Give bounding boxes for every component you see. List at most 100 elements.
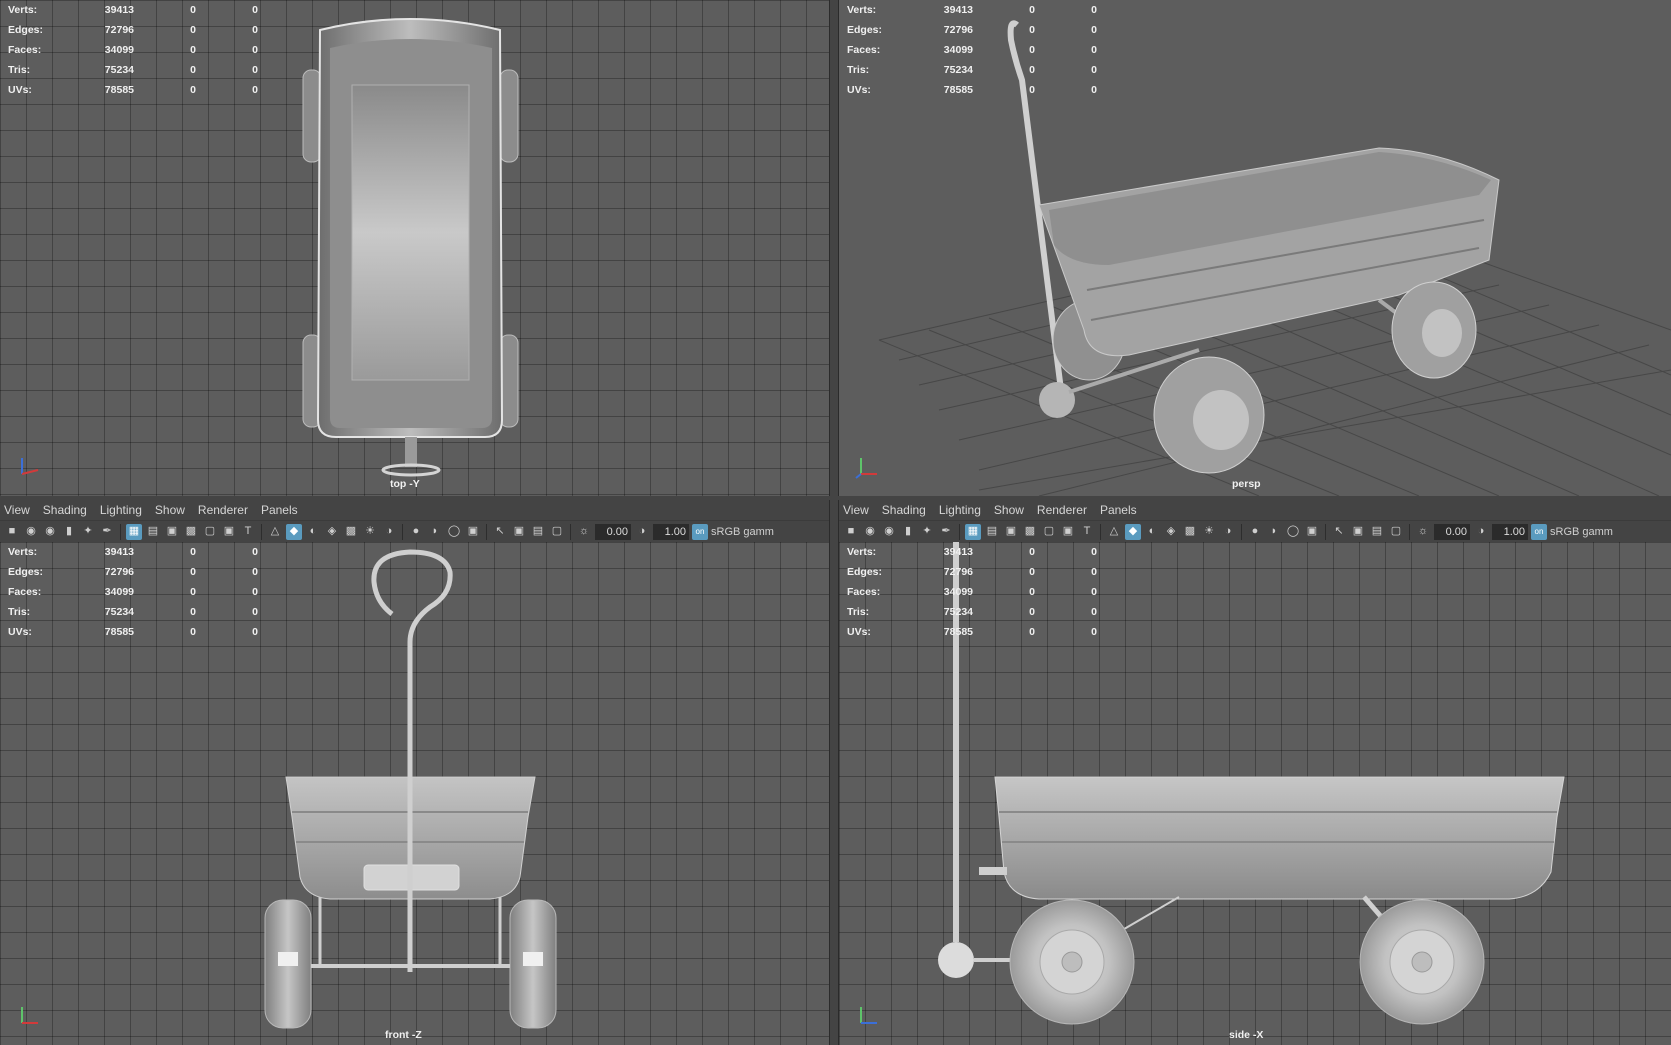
poly-count-hud: Verts: 39413 0 0 Edges: 72796 0 0 Faces: 34099 0… xyxy=(8,0,258,100)
isolate-select-icon[interactable]: ↖ xyxy=(1331,524,1347,540)
grease-pencil-icon[interactable]: ✒ xyxy=(99,524,115,540)
isolate-select-icon[interactable]: ↖ xyxy=(492,524,508,540)
flat-shade-icon[interactable]: ◐ xyxy=(305,524,321,540)
xray-joints-icon[interactable]: ▤ xyxy=(530,524,546,540)
depth-of-field-icon[interactable]: ▣ xyxy=(1304,524,1320,540)
hud-row-tris: Tris: 75234 0 0 xyxy=(8,606,258,618)
viewport-top[interactable]: Verts: 39413 0 0 Edges: 72796 0 0 Faces: 34099 0… xyxy=(0,0,829,496)
image-plane-icon[interactable]: ▮ xyxy=(900,524,916,540)
gamma-field[interactable] xyxy=(653,523,689,540)
image-plane-icon[interactable]: ▮ xyxy=(61,524,77,540)
gate-mask-icon[interactable]: ▩ xyxy=(183,524,199,540)
wireframe-icon[interactable]: △ xyxy=(267,524,283,540)
menu-lighting[interactable]: Lighting xyxy=(100,503,149,517)
view-transform-label[interactable]: sRGB gamm xyxy=(711,526,774,538)
menu-show[interactable]: Show xyxy=(994,503,1031,517)
panel-toolbar-side: View Shading Lighting Show Renderer Pane… xyxy=(839,500,1671,542)
menu-panels[interactable]: Panels xyxy=(1100,503,1144,517)
menu-panels[interactable]: Panels xyxy=(261,503,305,517)
shadows-icon[interactable]: ◑ xyxy=(1220,524,1236,540)
depth-of-field-icon[interactable]: ▣ xyxy=(465,524,481,540)
hud-row-faces: Faces: 34099 0 0 xyxy=(847,586,1097,598)
resolution-gate-icon[interactable]: ▣ xyxy=(164,524,180,540)
motion-blur-icon[interactable]: ◗ xyxy=(427,524,443,540)
xray-joints-icon[interactable]: ▤ xyxy=(1369,524,1385,540)
field-chart-icon[interactable]: ▢ xyxy=(1041,524,1057,540)
gamma-field[interactable] xyxy=(1492,523,1528,540)
viewport-side[interactable]: Verts: 39413 0 0 Edges: 72796 0 0 Faces: 34099 0… xyxy=(839,542,1671,1045)
gate-mask-icon[interactable]: ▩ xyxy=(1022,524,1038,540)
hud-row-edges: Edges: 72796 0 0 xyxy=(847,24,1097,36)
menu-shading[interactable]: Shading xyxy=(882,503,933,517)
panel-menu-bar: View Shading Lighting Show Renderer Pane… xyxy=(0,500,829,520)
camera-attributes-icon[interactable]: ◉ xyxy=(23,524,39,540)
panel-icon-bar: ■ ◉ ◉ ▮ ✦ ✒ ▦ ▤ ▣ ▩ ▢ ▣ T △ ◆ ◐ ◈ ▩ ☀ ◑ … xyxy=(839,520,1671,542)
select-camera-icon[interactable]: ■ xyxy=(4,524,20,540)
safe-action-icon[interactable]: ▣ xyxy=(221,524,237,540)
anti-aliasing-icon[interactable]: ◯ xyxy=(446,524,462,540)
ambient-occlusion-icon[interactable]: ● xyxy=(408,524,424,540)
wireframe-icon[interactable]: △ xyxy=(1106,524,1122,540)
separator xyxy=(1100,523,1101,540)
view-transform-label[interactable]: sRGB gamm xyxy=(1550,526,1613,538)
smooth-shade-icon[interactable]: ◆ xyxy=(1125,523,1141,540)
flat-shade-icon[interactable]: ◐ xyxy=(1144,524,1160,540)
menu-renderer[interactable]: Renderer xyxy=(198,503,255,517)
hud-row-uvs: UVs: 78585 0 0 xyxy=(847,626,1097,638)
backface-culling-icon[interactable]: ▢ xyxy=(549,524,565,540)
wireframe-on-shaded-icon[interactable]: ◈ xyxy=(324,524,340,540)
hud-row-verts: Verts: 39413 0 0 xyxy=(8,546,258,558)
smooth-shade-icon[interactable]: ◆ xyxy=(286,523,302,540)
safe-title-icon[interactable]: T xyxy=(240,524,256,540)
hud-row-faces: Faces: 34099 0 0 xyxy=(8,586,258,598)
xray-icon[interactable]: ▣ xyxy=(511,524,527,540)
safe-title-icon[interactable]: T xyxy=(1079,524,1095,540)
textured-icon[interactable]: ▩ xyxy=(1182,524,1198,540)
menu-show[interactable]: Show xyxy=(155,503,192,517)
textured-icon[interactable]: ▩ xyxy=(343,524,359,540)
viewport-front[interactable]: Verts: 39413 0 0 Edges: 72796 0 0 Faces: 34099 0… xyxy=(0,542,829,1045)
field-chart-icon[interactable]: ▢ xyxy=(202,524,218,540)
gamma-icon[interactable]: ◑ xyxy=(634,524,650,540)
grid-icon[interactable]: ▦ xyxy=(965,523,981,540)
exposure-icon[interactable]: ☼ xyxy=(1415,524,1431,540)
hud-row-edges: Edges: 72796 0 0 xyxy=(8,566,258,578)
film-gate-icon[interactable]: ▤ xyxy=(984,524,1000,540)
2d-pan-zoom-icon[interactable]: ✦ xyxy=(80,524,96,540)
pane-splitter-vertical[interactable] xyxy=(829,0,839,1045)
anti-aliasing-icon[interactable]: ◯ xyxy=(1285,524,1301,540)
bookmark-icon[interactable]: ◉ xyxy=(881,524,897,540)
film-gate-icon[interactable]: ▤ xyxy=(145,524,161,540)
shadows-icon[interactable]: ◑ xyxy=(381,524,397,540)
viewport-persp[interactable]: Verts: 39413 0 0 Edges: 72796 0 0 Faces: 34099 0… xyxy=(839,0,1671,496)
menu-view[interactable]: View xyxy=(4,503,37,517)
gamma-icon[interactable]: ◑ xyxy=(1473,524,1489,540)
color-management-toggle-icon[interactable]: on xyxy=(1531,523,1547,540)
grid-icon[interactable]: ▦ xyxy=(126,523,142,540)
motion-blur-icon[interactable]: ◗ xyxy=(1266,524,1282,540)
separator xyxy=(486,523,487,540)
xray-icon[interactable]: ▣ xyxy=(1350,524,1366,540)
menu-lighting[interactable]: Lighting xyxy=(939,503,988,517)
grease-pencil-icon[interactable]: ✒ xyxy=(938,524,954,540)
exposure-field[interactable] xyxy=(1434,523,1470,540)
safe-action-icon[interactable]: ▣ xyxy=(1060,524,1076,540)
lights-icon[interactable]: ☀ xyxy=(362,524,378,540)
lights-icon[interactable]: ☀ xyxy=(1201,524,1217,540)
exposure-icon[interactable]: ☼ xyxy=(576,524,592,540)
wireframe-on-shaded-icon[interactable]: ◈ xyxy=(1163,524,1179,540)
menu-shading[interactable]: Shading xyxy=(43,503,94,517)
bookmark-icon[interactable]: ◉ xyxy=(42,524,58,540)
resolution-gate-icon[interactable]: ▣ xyxy=(1003,524,1019,540)
color-management-toggle-icon[interactable]: on xyxy=(692,523,708,540)
menu-renderer[interactable]: Renderer xyxy=(1037,503,1094,517)
separator xyxy=(1409,523,1410,540)
exposure-field[interactable] xyxy=(595,523,631,540)
2d-pan-zoom-icon[interactable]: ✦ xyxy=(919,524,935,540)
menu-view[interactable]: View xyxy=(843,503,876,517)
ambient-occlusion-icon[interactable]: ● xyxy=(1247,524,1263,540)
select-camera-icon[interactable]: ■ xyxy=(843,524,859,540)
backface-culling-icon[interactable]: ▢ xyxy=(1388,524,1404,540)
camera-attributes-icon[interactable]: ◉ xyxy=(862,524,878,540)
hud-row-edges: Edges: 72796 0 0 xyxy=(847,566,1097,578)
